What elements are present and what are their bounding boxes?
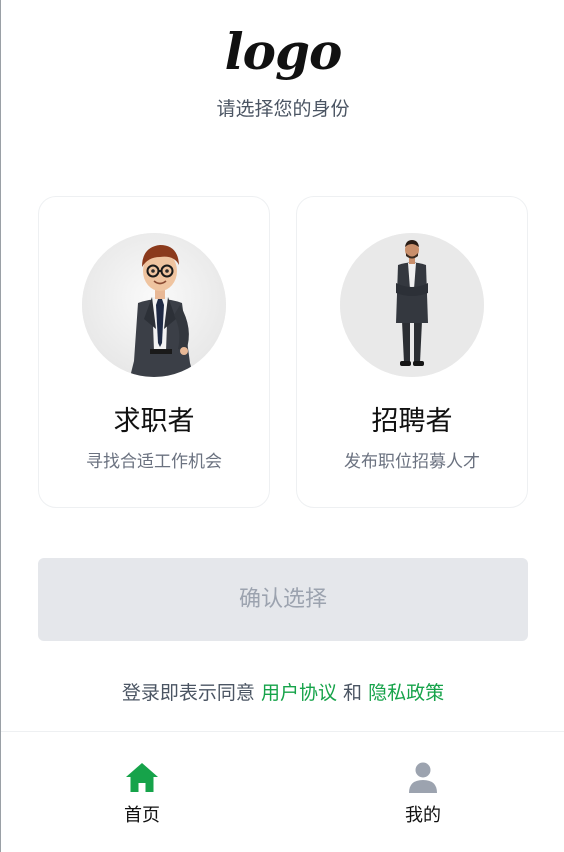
confirm-selection-button[interactable]: 确认选择 bbox=[38, 558, 528, 641]
tab-home[interactable]: 首页 bbox=[82, 760, 202, 832]
bottom-tab-bar: 首页 我的 bbox=[1, 731, 564, 852]
user-icon bbox=[409, 762, 437, 793]
page-subtitle: 请选择您的身份 bbox=[216, 98, 350, 120]
job-seeker-title: 求职者 bbox=[113, 406, 195, 437]
job-seeker-avatar bbox=[82, 233, 226, 377]
tab-mine[interactable]: 我的 bbox=[363, 760, 483, 832]
user-agreement-link[interactable]: 用户协议 bbox=[261, 682, 337, 704]
role-select-page: logo 请选择您的身份 求职者 寻找合适工作机会 招聘者 发布职位招募人才 确… bbox=[0, 0, 564, 852]
agreement-prefix: 登录即表示同意 bbox=[121, 682, 255, 704]
tab-mine-label: 我的 bbox=[405, 805, 441, 826]
agreement-conjunction: 和 bbox=[343, 682, 363, 704]
tab-home-label: 首页 bbox=[124, 805, 160, 826]
logo: logo bbox=[224, 22, 343, 81]
recruiter-avatar bbox=[340, 233, 484, 377]
job-seeker-description: 寻找合适工作机会 bbox=[86, 452, 222, 472]
recruiter-description: 发布职位招募人才 bbox=[344, 452, 480, 472]
privacy-policy-link[interactable]: 隐私政策 bbox=[368, 682, 444, 704]
role-card-job-seeker[interactable]: 求职者 寻找合适工作机会 bbox=[38, 196, 270, 508]
home-icon bbox=[126, 763, 158, 792]
role-card-recruiter[interactable]: 招聘者 发布职位招募人才 bbox=[296, 196, 528, 508]
agreement-text: 登录即表示同意 用户协议 和 隐私政策 bbox=[1, 679, 564, 707]
recruiter-title: 招聘者 bbox=[371, 406, 453, 437]
